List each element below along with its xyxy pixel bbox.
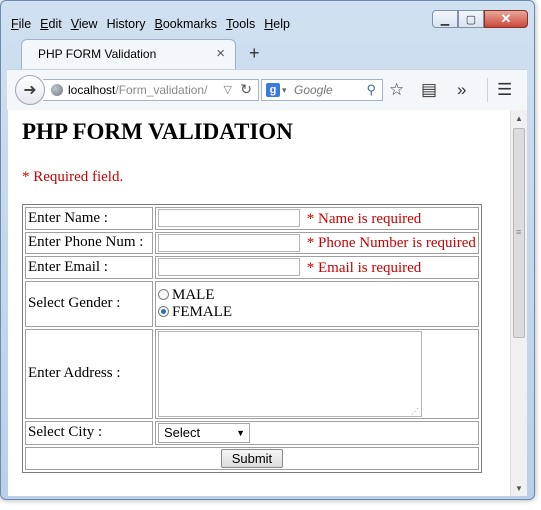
tab-php-form-validation[interactable]: PHP FORM Validation × bbox=[21, 39, 236, 69]
address-textarea[interactable]: ⋰ bbox=[158, 330, 422, 417]
chevron-down-icon: ▼ bbox=[236, 427, 245, 438]
city-select[interactable]: Select ▼ bbox=[158, 422, 250, 443]
minimize-icon: ▁ bbox=[440, 13, 450, 26]
email-error: * Email is required bbox=[306, 259, 422, 276]
menu-bar: File Edit View History Bookmarks Tools H… bbox=[11, 15, 299, 33]
address-label: Enter Address : bbox=[25, 328, 153, 419]
bookmark-star-icon[interactable]: ☆ bbox=[389, 80, 404, 100]
back-button[interactable]: ➜ bbox=[15, 75, 45, 105]
gender-row: Select Gender : MALE FEMALE bbox=[25, 280, 479, 327]
address-row: Enter Address : ⋰ bbox=[25, 328, 479, 419]
city-row: Select City : Select ▼ bbox=[25, 420, 479, 445]
validation-form: Enter Name : * Name is required Enter Ph… bbox=[22, 204, 482, 473]
thumb-grip-icon: ≡ bbox=[516, 227, 522, 237]
menu-edit[interactable]: Edit bbox=[40, 15, 62, 33]
email-label: Enter Email : bbox=[25, 256, 153, 279]
toolbar-divider bbox=[487, 78, 488, 102]
globe-icon bbox=[51, 84, 63, 96]
gender-option-male[interactable]: MALE bbox=[158, 287, 476, 304]
name-row: Enter Name : * Name is required bbox=[25, 207, 479, 230]
city-label: Select City : bbox=[25, 420, 153, 445]
vertical-scrollbar[interactable]: ▲ ≡ ▼ bbox=[510, 110, 527, 496]
search-bar[interactable]: g ▾ Google ⚲ bbox=[261, 79, 383, 101]
reading-list-icon[interactable]: ▤ bbox=[421, 80, 437, 100]
browser-window: File Edit View History Bookmarks Tools H… bbox=[0, 0, 535, 500]
menu-file[interactable]: File bbox=[11, 15, 31, 33]
navigation-toolbar: localhost/Form_validation/ ▽ ↻ ➜ g ▾ Goo… bbox=[7, 69, 527, 111]
scroll-down-icon[interactable]: ▼ bbox=[515, 484, 523, 493]
menu-view[interactable]: View bbox=[71, 15, 98, 33]
hamburger-menu-icon[interactable]: ☰ bbox=[497, 80, 512, 100]
menu-tools[interactable]: Tools bbox=[226, 15, 255, 33]
male-radio[interactable] bbox=[158, 288, 169, 300]
menu-history[interactable]: History bbox=[107, 15, 146, 33]
required-field-note: * Required field. bbox=[22, 169, 124, 185]
scroll-up-icon[interactable]: ▲ bbox=[515, 114, 523, 123]
phone-input[interactable] bbox=[158, 233, 300, 252]
menu-bookmarks[interactable]: Bookmarks bbox=[155, 15, 218, 33]
name-input[interactable] bbox=[158, 209, 300, 227]
submit-button[interactable]: Submit bbox=[220, 448, 284, 468]
close-window-button[interactable]: ✕ bbox=[484, 10, 528, 28]
google-icon[interactable]: g bbox=[266, 83, 280, 97]
resize-grip-icon[interactable]: ⋰ bbox=[411, 407, 419, 416]
search-placeholder: Google bbox=[294, 83, 333, 97]
name-error: * Name is required bbox=[306, 210, 422, 227]
url-bar[interactable]: localhost/Form_validation/ ▽ ↻ bbox=[43, 79, 259, 101]
gender-label: Select Gender : bbox=[25, 280, 153, 327]
email-row: Enter Email : * Email is required bbox=[25, 256, 479, 279]
name-label: Enter Name : bbox=[25, 207, 153, 230]
phone-label: Enter Phone Num : bbox=[25, 231, 153, 254]
gender-option-female[interactable]: FEMALE bbox=[158, 304, 476, 321]
new-tab-icon[interactable]: + bbox=[249, 43, 260, 64]
window-controls: ▁ ▢ ✕ bbox=[432, 10, 528, 28]
menu-help[interactable]: Help bbox=[264, 15, 290, 33]
female-radio[interactable] bbox=[158, 305, 169, 317]
maximize-button[interactable]: ▢ bbox=[458, 10, 484, 28]
search-icon[interactable]: ⚲ bbox=[366, 80, 376, 100]
tab-title: PHP FORM Validation bbox=[38, 47, 157, 61]
submit-row: Submit bbox=[25, 446, 479, 470]
overflow-chevron-icon[interactable]: » bbox=[457, 80, 466, 100]
maximize-icon: ▢ bbox=[465, 13, 477, 26]
email-input[interactable] bbox=[158, 258, 300, 276]
reload-icon[interactable]: ↻ bbox=[240, 79, 252, 99]
tab-close-icon[interactable]: × bbox=[216, 45, 225, 62]
minimize-button[interactable]: ▁ bbox=[432, 10, 458, 28]
phone-row: Enter Phone Num : * Phone Number is requ… bbox=[25, 231, 479, 254]
page-title: PHP FORM VALIDATION bbox=[22, 119, 293, 144]
url-text: localhost/Form_validation/ bbox=[68, 83, 208, 97]
page-content: PHP FORM VALIDATION * Required field. En… bbox=[8, 110, 510, 496]
back-arrow-icon: ➜ bbox=[23, 82, 37, 99]
close-icon: ✕ bbox=[500, 11, 512, 26]
scrollbar-thumb[interactable]: ≡ bbox=[513, 128, 525, 338]
url-dropdown-icon[interactable]: ▽ bbox=[224, 80, 232, 100]
search-engine-caret-icon[interactable]: ▾ bbox=[282, 80, 287, 100]
phone-error: * Phone Number is required bbox=[306, 235, 476, 251]
